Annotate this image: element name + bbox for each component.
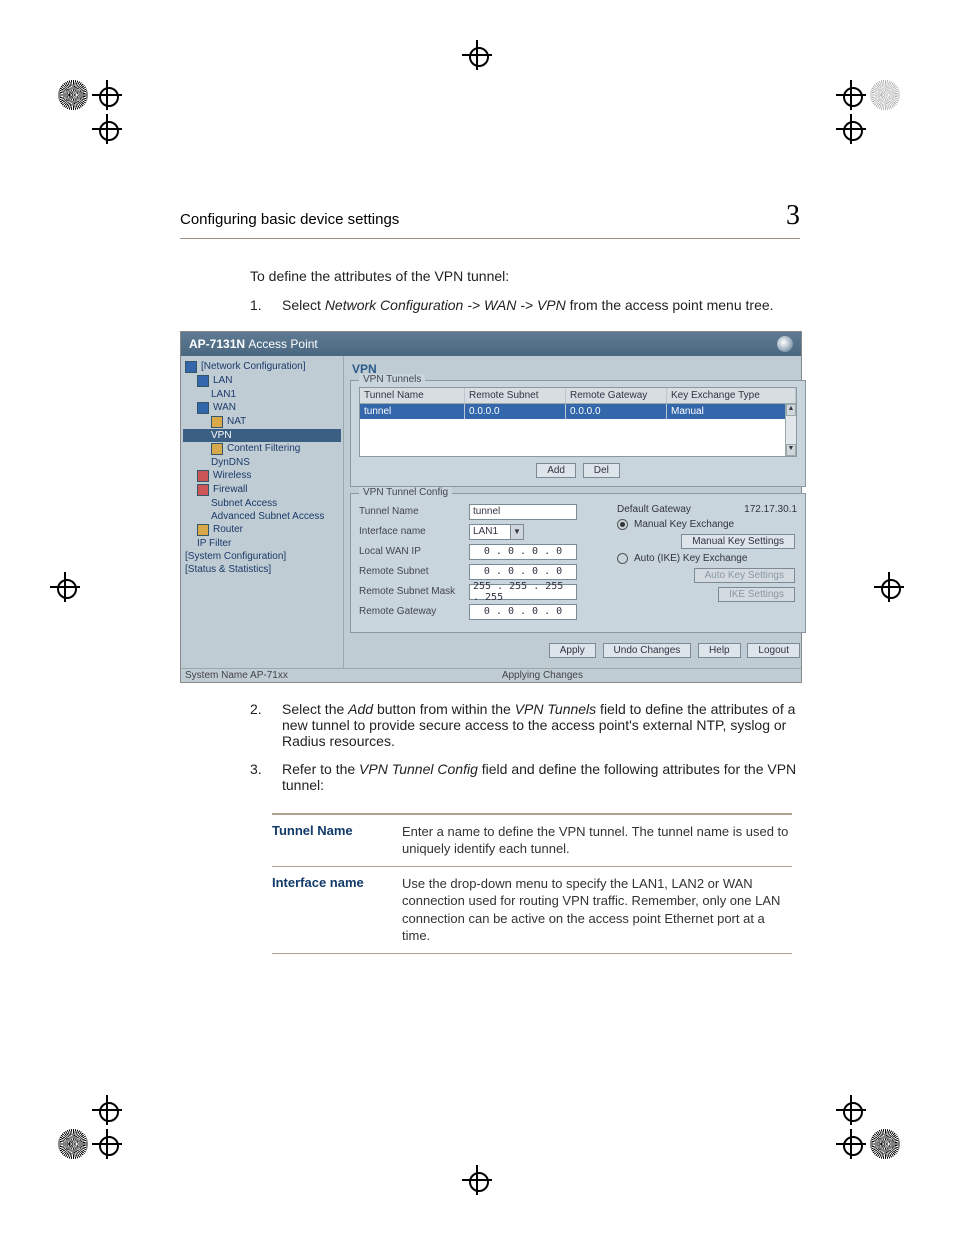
vpn-tunnels-fieldset: VPN Tunnels Tunnel NameRemote SubnetRemo… (350, 380, 806, 487)
tree-item[interactable]: Advanced Subnet Access (183, 510, 341, 523)
auto-ike-radio[interactable] (617, 553, 628, 564)
manual-key-radio[interactable] (617, 519, 628, 530)
grid-cell[interactable]: 0.0.0.0 (465, 404, 566, 419)
vpn-tunnel-config-fieldset: VPN Tunnel Config Tunnel Name tunnel Int… (350, 493, 806, 633)
attr-name: Interface name (272, 875, 402, 945)
scroll-up-icon[interactable]: ▲ (786, 404, 796, 416)
attr-desc: Use the drop-down menu to specify the LA… (402, 875, 792, 945)
default-gateway-value: 172.17.30.1 (744, 504, 797, 515)
column-header[interactable]: Tunnel Name (360, 388, 465, 403)
help-button[interactable]: Help (698, 643, 741, 658)
chapter-number: 3 (786, 200, 800, 232)
page-content: Configuring basic device settings 3 To d… (180, 200, 800, 954)
table-row: Tunnel NameEnter a name to define the VP… (272, 813, 792, 866)
red-icon (197, 470, 209, 482)
ike-settings-button: IKE Settings (718, 587, 795, 602)
tree-item[interactable]: Router (183, 523, 341, 537)
column-header[interactable]: Remote Subnet (465, 388, 566, 403)
step-1: 1. Select Network Configuration -> WAN -… (250, 297, 800, 313)
tunnels-grid[interactable]: Tunnel NameRemote SubnetRemote GatewayKe… (359, 387, 797, 457)
blue-icon (197, 375, 209, 387)
tree-item[interactable]: [Network Configuration] (183, 360, 341, 374)
grid-cell[interactable]: tunnel (360, 404, 465, 419)
grid-cell[interactable]: 0.0.0.0 (566, 404, 667, 419)
tree-item[interactable]: LAN1 (183, 388, 341, 401)
attr-name: Tunnel Name (272, 823, 402, 858)
step-2: 2. Select the Add button from within the… (250, 701, 800, 749)
motorola-logo-icon (777, 336, 793, 352)
tree-item[interactable]: WAN (183, 401, 341, 415)
tree-item[interactable]: Content Filtering (183, 442, 341, 456)
attr-desc: Enter a name to define the VPN tunnel. T… (402, 823, 792, 858)
intro-text: To define the attributes of the VPN tunn… (250, 267, 800, 287)
page-header: Configuring basic device settings 3 (180, 200, 800, 232)
blue-icon (185, 361, 197, 373)
red-icon (197, 484, 209, 496)
folder-icon (197, 524, 209, 536)
tunnel-name-input[interactable]: tunnel (469, 504, 577, 520)
dropdown-arrow-icon[interactable]: ▼ (510, 525, 523, 539)
section-title: Configuring basic device settings (180, 211, 399, 228)
content-pane: VPN VPN Tunnels Tunnel NameRemote Subnet… (344, 356, 812, 668)
add-button[interactable]: Add (536, 463, 576, 478)
menu-path: Network Configuration -> WAN -> VPN (325, 297, 566, 313)
footer-buttons: Apply Undo Changes Help Logout (350, 639, 806, 662)
header-rule (180, 238, 800, 239)
grid-scrollbar[interactable]: ▲ ▼ (785, 404, 796, 456)
del-button[interactable]: Del (583, 463, 620, 478)
tree-item[interactable]: [Status & Statistics] (183, 563, 341, 576)
table-row: Interface nameUse the drop-down menu to … (272, 866, 792, 954)
tree-item[interactable]: NAT (183, 415, 341, 429)
column-header[interactable]: Key Exchange Type (667, 388, 796, 403)
auto-key-settings-button: Auto Key Settings (694, 568, 796, 583)
scroll-down-icon[interactable]: ▼ (786, 444, 796, 456)
attribute-table: Tunnel NameEnter a name to define the VP… (272, 813, 792, 954)
tree-item[interactable]: Firewall (183, 483, 341, 497)
local-wan-ip-input[interactable]: 0 . 0 . 0 . 0 (469, 544, 577, 560)
tree-item[interactable]: IP Filter (183, 537, 341, 550)
step-3: 3. Refer to the VPN Tunnel Config field … (250, 761, 800, 793)
logout-button[interactable]: Logout (747, 643, 800, 658)
apply-button[interactable]: Apply (549, 643, 596, 658)
nav-tree[interactable]: [Network Configuration]LANLAN1WANNATVPNC… (181, 356, 344, 668)
remote-gateway-input[interactable]: 0 . 0 . 0 . 0 (469, 604, 577, 620)
remote-subnet-input[interactable]: 0 . 0 . 0 . 0 (469, 564, 577, 580)
tree-item[interactable]: Wireless (183, 469, 341, 483)
grid-cell[interactable]: Manual (667, 404, 796, 419)
undo-changes-button[interactable]: Undo Changes (603, 643, 692, 658)
tree-item[interactable]: DynDNS (183, 456, 341, 469)
status-bar: System Name AP-71xx Applying Changes (181, 668, 801, 682)
tree-item[interactable]: Subnet Access (183, 497, 341, 510)
manual-key-settings-button[interactable]: Manual Key Settings (681, 534, 795, 549)
tree-item[interactable]: [System Configuration] (183, 550, 341, 563)
remote-mask-input[interactable]: 255 . 255 . 255 . 255 (469, 584, 577, 600)
window-titlebar: AP-7131N Access Point (181, 332, 801, 356)
interface-select[interactable]: LAN1▼ (469, 524, 524, 540)
tree-item[interactable]: VPN (183, 429, 341, 442)
column-header[interactable]: Remote Gateway (566, 388, 667, 403)
folder-icon (211, 443, 223, 455)
tree-item[interactable]: LAN (183, 374, 341, 388)
blue-icon (197, 402, 209, 414)
folder-icon (211, 416, 223, 428)
screenshot-vpn: AP-7131N Access Point [Network Configura… (180, 331, 802, 683)
